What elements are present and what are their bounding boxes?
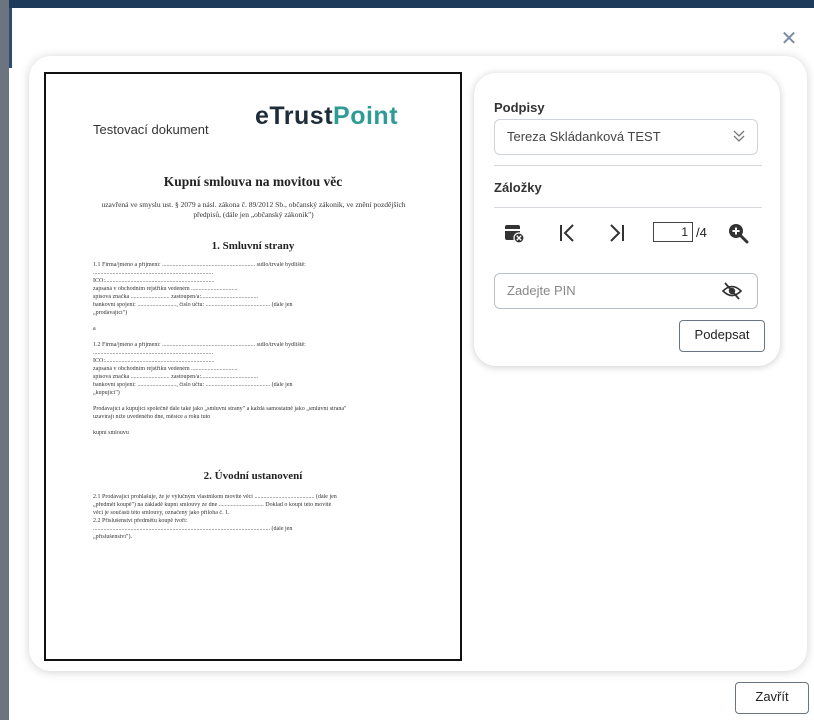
signatures-label: Podpisy [494, 100, 545, 115]
document-line: 1.2 Firma/jméno a příjmení: ............… [93, 342, 306, 348]
document-line: „prodávající") [93, 310, 128, 316]
calendar-remove-icon[interactable] [502, 221, 526, 245]
document-line: 1.1 Firma/jméno a příjmení: ............… [93, 262, 306, 268]
document-line: zapsaná v obchodním rejstříku vedeném ..… [93, 286, 238, 292]
etrustpoint-logo: eTrustPoint [255, 102, 398, 131]
document-subtitle: uzavřená ve smyslu ust. § 2079 a násl. z… [101, 200, 406, 219]
eye-off-icon[interactable] [721, 281, 743, 301]
document-line: bankovní spojení: ......................… [93, 302, 293, 308]
document-title: Kupní smlouva na movitou věc [163, 174, 343, 189]
document-line: věci je součástí této smlouvy, označený … [93, 510, 230, 516]
pin-input[interactable]: Zadejte PIN [494, 273, 758, 309]
document-line: 2.2 Příslušenství předmětu koupě tvoří: [93, 518, 188, 524]
pin-placeholder: Zadejte PIN [507, 283, 576, 298]
last-page-icon[interactable] [604, 221, 628, 245]
close-button[interactable]: Zavřít [735, 682, 809, 714]
document-line: ........................................… [93, 270, 213, 276]
double-chevron-down-icon [733, 130, 745, 142]
sign-button[interactable]: Podepsat [679, 320, 765, 352]
close-icon[interactable]: ✕ [778, 27, 800, 49]
document-line: „předmět koupě") na základě kupní smlouv… [93, 502, 332, 508]
document-line: a [93, 326, 96, 332]
document-line: ........................................… [93, 526, 293, 532]
document-line: „kupující") [93, 390, 120, 396]
document-line: spisová značka .........................… [93, 374, 259, 380]
signer-select[interactable]: Tereza Skládanková TEST [494, 119, 758, 155]
page-number-input[interactable]: 1 [653, 222, 693, 242]
document-line: bankovní spojení: ......................… [93, 382, 293, 388]
document-line: ........................................… [93, 350, 213, 356]
document-line: spisová značka .........................… [93, 294, 259, 300]
document-line: IČO:....................................… [93, 358, 215, 364]
divider [494, 165, 762, 166]
first-page-icon[interactable] [556, 221, 580, 245]
logo-part1: eTrust [255, 102, 334, 130]
document-preview: Testovací dokument eTrustPoint Kupní sml… [44, 72, 462, 661]
page-total: /4 [696, 225, 707, 240]
signer-selected-value: Tereza Skládanková TEST [507, 129, 661, 144]
background-header [0, 0, 814, 8]
bookmarks-label: Záložky [494, 180, 542, 195]
document-line: Prodávající a kupující společně dále tak… [93, 406, 347, 412]
document-line: 2.1 Prodávající prohlašuje, že je výlučn… [93, 494, 337, 500]
section-heading-1: 1. Smluvní strany [211, 240, 295, 252]
logo-part2: Point [333, 102, 399, 130]
document-line: uzavírají níže uvedeného dne, měsíce a r… [93, 414, 211, 420]
zoom-in-icon[interactable] [726, 221, 750, 245]
background-sidebar [0, 0, 9, 720]
section-heading-2: 2. Úvodní ustanovení [203, 470, 303, 482]
document-line: „příslušenství"). [93, 534, 132, 540]
document-line: IČO:....................................… [93, 278, 215, 284]
divider [494, 207, 762, 208]
document-line: zapsaná v obchodním rejstříku vedeném ..… [93, 366, 238, 372]
document-header: Testovací dokument [93, 122, 209, 137]
signing-sidebar: Podpisy Tereza Skládanková TEST Záložky … [474, 73, 780, 366]
document-line: kupní smlouvu [93, 430, 129, 436]
